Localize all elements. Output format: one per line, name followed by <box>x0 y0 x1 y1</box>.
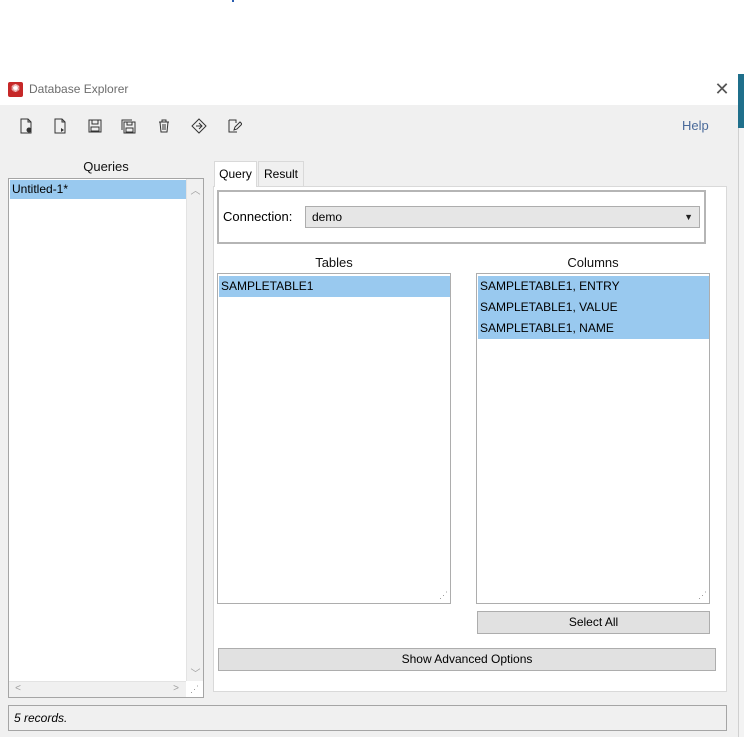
new-query-icon[interactable] <box>17 118 35 136</box>
resize-grip-icon: ⋰ <box>439 590 448 600</box>
connection-label: Connection: <box>223 209 293 224</box>
scroll-left-icon[interactable]: < <box>12 683 24 694</box>
tables-heading: Tables <box>315 255 353 270</box>
database-explorer-window: ✺ Database Explorer ✕ Help Queries Untit… <box>0 74 738 737</box>
queries-heading: Queries <box>83 159 129 174</box>
queries-vertical-scrollbar[interactable]: ︿ ﹀ <box>186 179 203 681</box>
tab-query[interactable]: Query <box>214 161 257 187</box>
table-item-sampletable1[interactable]: SAMPLETABLE1 <box>219 276 450 297</box>
tables-list[interactable]: SAMPLETABLE1 ⋰ <box>217 273 451 604</box>
connection-select[interactable]: demo ▼ <box>305 206 700 228</box>
connection-value: demo <box>312 210 343 224</box>
show-advanced-options-button[interactable]: Show Advanced Options <box>218 648 716 671</box>
column-item-value[interactable]: SAMPLETABLE1, VALUE <box>478 297 709 318</box>
edit-icon[interactable] <box>225 118 243 136</box>
status-bar: 5 records. <box>8 705 727 731</box>
tab-result[interactable]: Result <box>258 161 304 186</box>
background-dot <box>232 0 234 2</box>
dropdown-arrow-icon: ▼ <box>684 212 693 222</box>
save-icon[interactable] <box>86 118 104 136</box>
queries-horizontal-scrollbar[interactable]: < > <box>9 681 186 697</box>
scroll-up-icon[interactable]: ︿ <box>187 182 204 197</box>
scroll-down-icon[interactable]: ﹀ <box>187 665 204 680</box>
close-button[interactable]: ✕ <box>710 78 734 100</box>
execute-icon[interactable] <box>190 118 208 136</box>
select-all-button[interactable]: Select All <box>477 611 710 634</box>
window-title: Database Explorer <box>29 82 129 96</box>
columns-list[interactable]: SAMPLETABLE1, ENTRY SAMPLETABLE1, VALUE … <box>476 273 710 604</box>
resize-grip-icon: ⋰ <box>190 684 199 694</box>
scroll-right-icon[interactable]: > <box>170 683 182 694</box>
open-query-icon[interactable] <box>51 118 69 136</box>
column-item-entry[interactable]: SAMPLETABLE1, ENTRY <box>478 276 709 297</box>
save-all-icon[interactable] <box>120 118 138 136</box>
queries-list[interactable]: Untitled-1* ︿ ﹀ < > ⋰ <box>8 178 204 698</box>
help-link[interactable]: Help <box>682 118 709 133</box>
title-bar: ✺ Database Explorer ✕ <box>0 74 738 105</box>
resize-grip-icon: ⋰ <box>698 590 707 600</box>
query-item-untitled-1[interactable]: Untitled-1* <box>10 180 186 199</box>
background-app-header <box>738 74 744 128</box>
columns-heading: Columns <box>567 255 619 270</box>
app-gear-icon: ✺ <box>8 82 23 97</box>
background-app-edge <box>738 74 744 737</box>
column-item-name[interactable]: SAMPLETABLE1, NAME <box>478 318 709 339</box>
delete-icon[interactable] <box>155 118 173 136</box>
